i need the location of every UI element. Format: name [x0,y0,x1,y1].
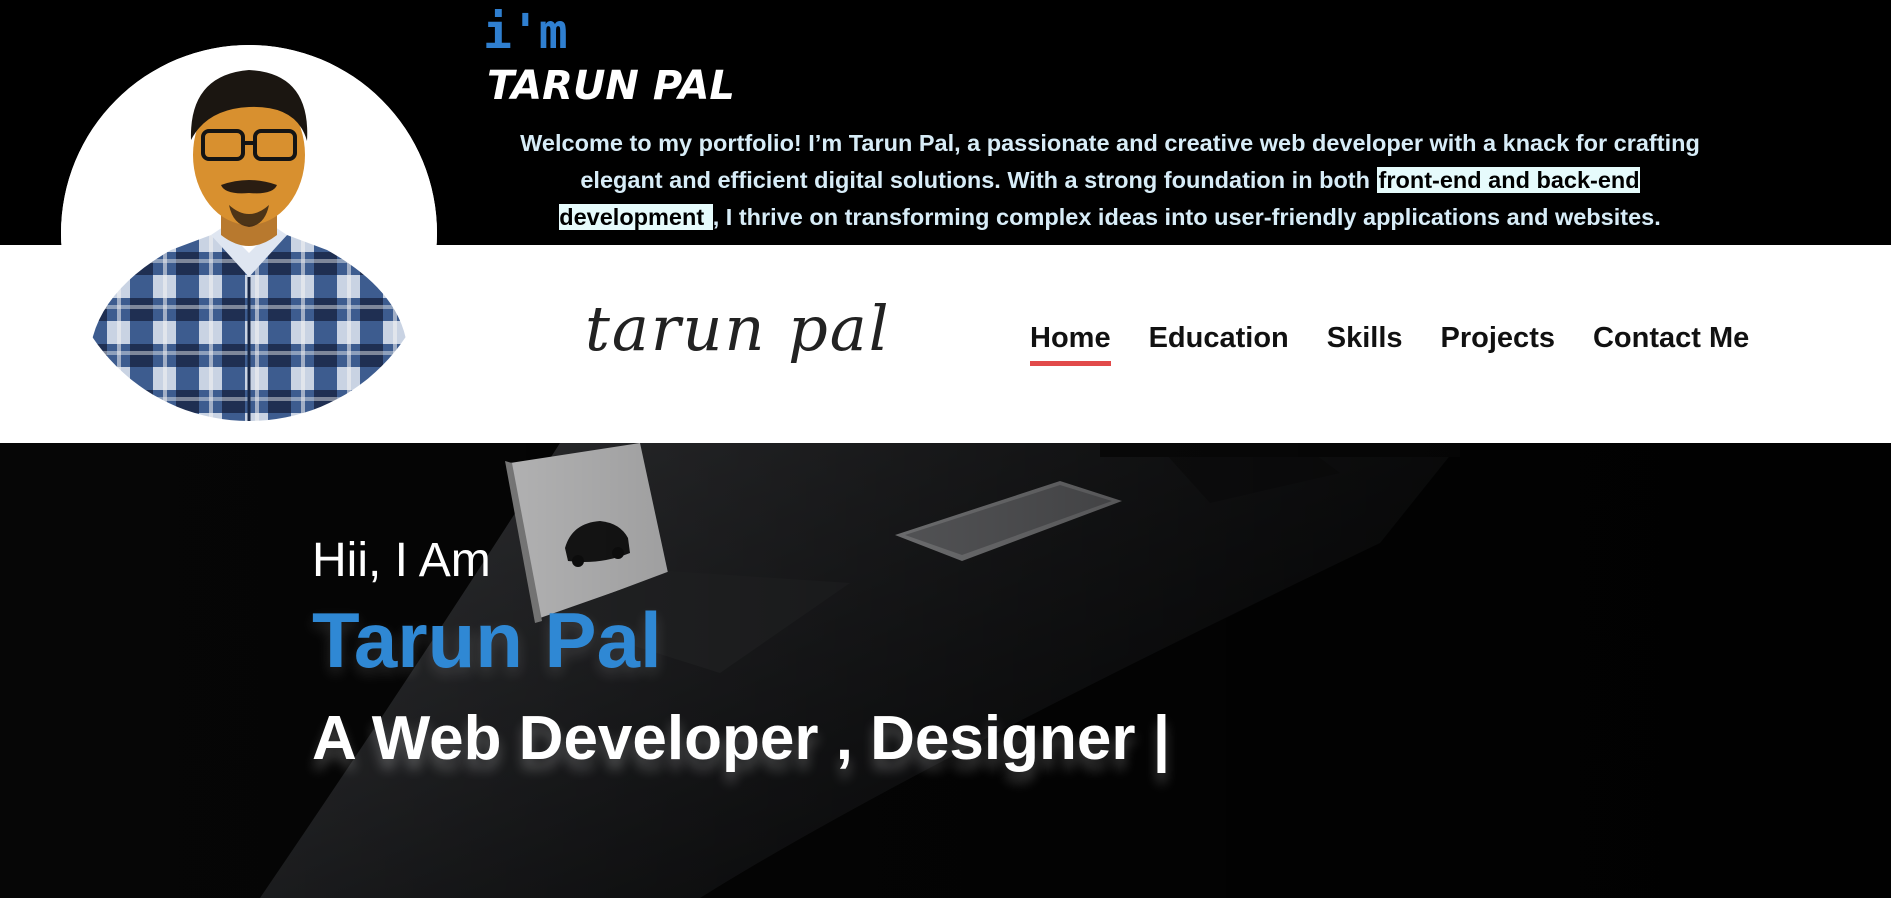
portfolio-page: i'm TARUN PAL Welcome to my portfolio! I… [0,0,1891,898]
welcome-text-2: , I thrive on transforming complex ideas… [712,204,1661,230]
signature-logo[interactable]: tarun pal [585,292,891,365]
im-heading: i'm [483,4,568,60]
name-heading: TARUN PAL [487,63,735,109]
nav-link-home[interactable]: Home [1030,322,1111,366]
profile-photo-illustration [61,45,437,421]
desk-background-image [0,443,1891,898]
nav-link-projects[interactable]: Projects [1441,322,1555,366]
hero-name: Tarun Pal [312,596,662,684]
hero-role-typewriter: A Web Developer , Designer | [312,704,1171,773]
welcome-paragraph: Welcome to my portfolio! I’m Tarun Pal, … [505,125,1715,236]
hero-greeting: Hii, I Am [312,534,491,587]
nav-links: Home Education Skills Projects Contact M… [1030,322,1749,366]
nav-link-skills[interactable]: Skills [1327,322,1403,366]
hero-section [0,443,1891,898]
nav-link-education[interactable]: Education [1149,322,1289,366]
profile-photo [61,45,437,421]
nav-link-contact[interactable]: Contact Me [1593,322,1749,366]
